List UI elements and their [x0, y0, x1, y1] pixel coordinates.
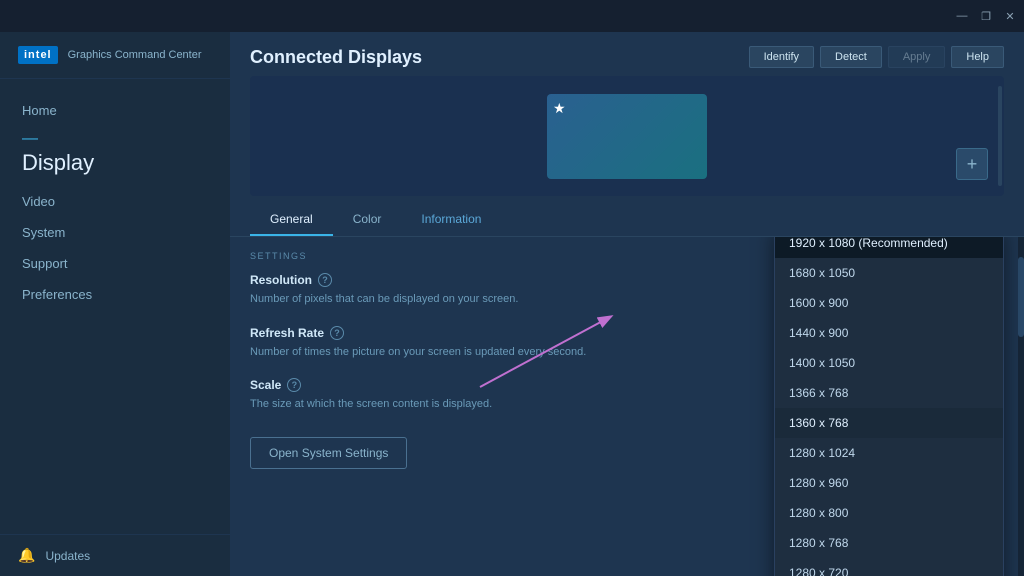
sidebar-item-support[interactable]: Support [0, 248, 230, 279]
identify-button[interactable]: Identify [749, 46, 814, 68]
refresh-rate-help-icon[interactable]: ? [330, 326, 344, 340]
page-title: Connected Displays [250, 47, 422, 68]
window-controls: — ❐ ✕ [956, 10, 1016, 22]
page-header: Connected Displays Identify Detect Apply… [230, 32, 1024, 76]
minimize-button[interactable]: — [956, 10, 968, 22]
app-body: intel Graphics Command Center Home — Dis… [0, 32, 1024, 576]
open-system-settings-button[interactable]: Open System Settings [250, 437, 407, 469]
sidebar-nav: Home — Display Video System Support Pref… [0, 79, 230, 534]
dropdown-item-11[interactable]: 1280 x 720 [775, 558, 1003, 576]
tab-color[interactable]: Color [333, 204, 402, 236]
tabs-bar: General Color Information [230, 196, 1024, 237]
apply-button[interactable]: Apply [888, 46, 946, 68]
dropdown-item-2[interactable]: 1600 x 900 [775, 288, 1003, 318]
scrollbar-thumb [1018, 257, 1024, 337]
scale-help-icon[interactable]: ? [287, 378, 301, 392]
dropdown-item-0[interactable]: 1920 x 1080 (Recommended) [775, 237, 1003, 258]
display-preview-area: ★ + [250, 76, 1004, 196]
display-monitor[interactable]: ★ [547, 94, 707, 179]
dropdown-item-8[interactable]: 1280 x 960 [775, 468, 1003, 498]
help-button[interactable]: Help [951, 46, 1004, 68]
intel-logo: intel [18, 46, 58, 64]
sidebar-item-display[interactable]: Display [0, 148, 230, 186]
sidebar-logo: intel Graphics Command Center [0, 32, 230, 79]
tab-general[interactable]: General [250, 204, 333, 236]
dropdown-item-3[interactable]: 1440 x 900 [775, 318, 1003, 348]
sidebar-updates[interactable]: 🔔 Updates [0, 534, 230, 576]
settings-panel: SETTINGS Resolution ? Number of pixels t… [230, 237, 1024, 576]
bell-icon: 🔔 [18, 547, 35, 564]
dropdown-item-1[interactable]: 1680 x 1050 [775, 258, 1003, 288]
refresh-rate-label: Refresh Rate [250, 326, 324, 340]
close-button[interactable]: ✕ [1004, 10, 1016, 22]
sidebar-item-preferences[interactable]: Preferences [0, 279, 230, 310]
preview-scrollbar [998, 86, 1002, 186]
dropdown-item-4[interactable]: 1400 x 1050 [775, 348, 1003, 378]
settings-scrollbar [1018, 237, 1024, 576]
sidebar-item-video[interactable]: Video [0, 186, 230, 217]
resolution-label: Resolution [250, 273, 312, 287]
resolution-help-icon[interactable]: ? [318, 273, 332, 287]
maximize-button[interactable]: ❐ [980, 10, 992, 22]
updates-label: Updates [45, 549, 90, 563]
sidebar: intel Graphics Command Center Home — Dis… [0, 32, 230, 576]
dropdown-item-9[interactable]: 1280 x 800 [775, 498, 1003, 528]
header-actions: Identify Detect Apply Help [749, 46, 1004, 68]
active-indicator: — [22, 130, 38, 148]
title-bar: — ❐ ✕ [0, 0, 1024, 32]
dropdown-item-10[interactable]: 1280 x 768 [775, 528, 1003, 558]
sidebar-item-system[interactable]: System [0, 217, 230, 248]
resolution-dropdown[interactable]: 1920 x 1080 (Recommended) 1680 x 1050 16… [774, 237, 1004, 576]
tab-information[interactable]: Information [401, 204, 501, 236]
scale-label: Scale [250, 378, 281, 392]
dropdown-item-5[interactable]: 1366 x 768 [775, 378, 1003, 408]
dropdown-item-6[interactable]: 1360 x 768 [775, 408, 1003, 438]
dropdown-item-7[interactable]: 1280 x 1024 [775, 438, 1003, 468]
main-content: Connected Displays Identify Detect Apply… [230, 32, 1024, 576]
monitor-star-icon: ★ [553, 100, 566, 117]
detect-button[interactable]: Detect [820, 46, 882, 68]
sidebar-app-title: Graphics Command Center [68, 49, 202, 61]
sidebar-item-home[interactable]: Home [0, 95, 230, 126]
add-display-button[interactable]: + [956, 148, 988, 180]
